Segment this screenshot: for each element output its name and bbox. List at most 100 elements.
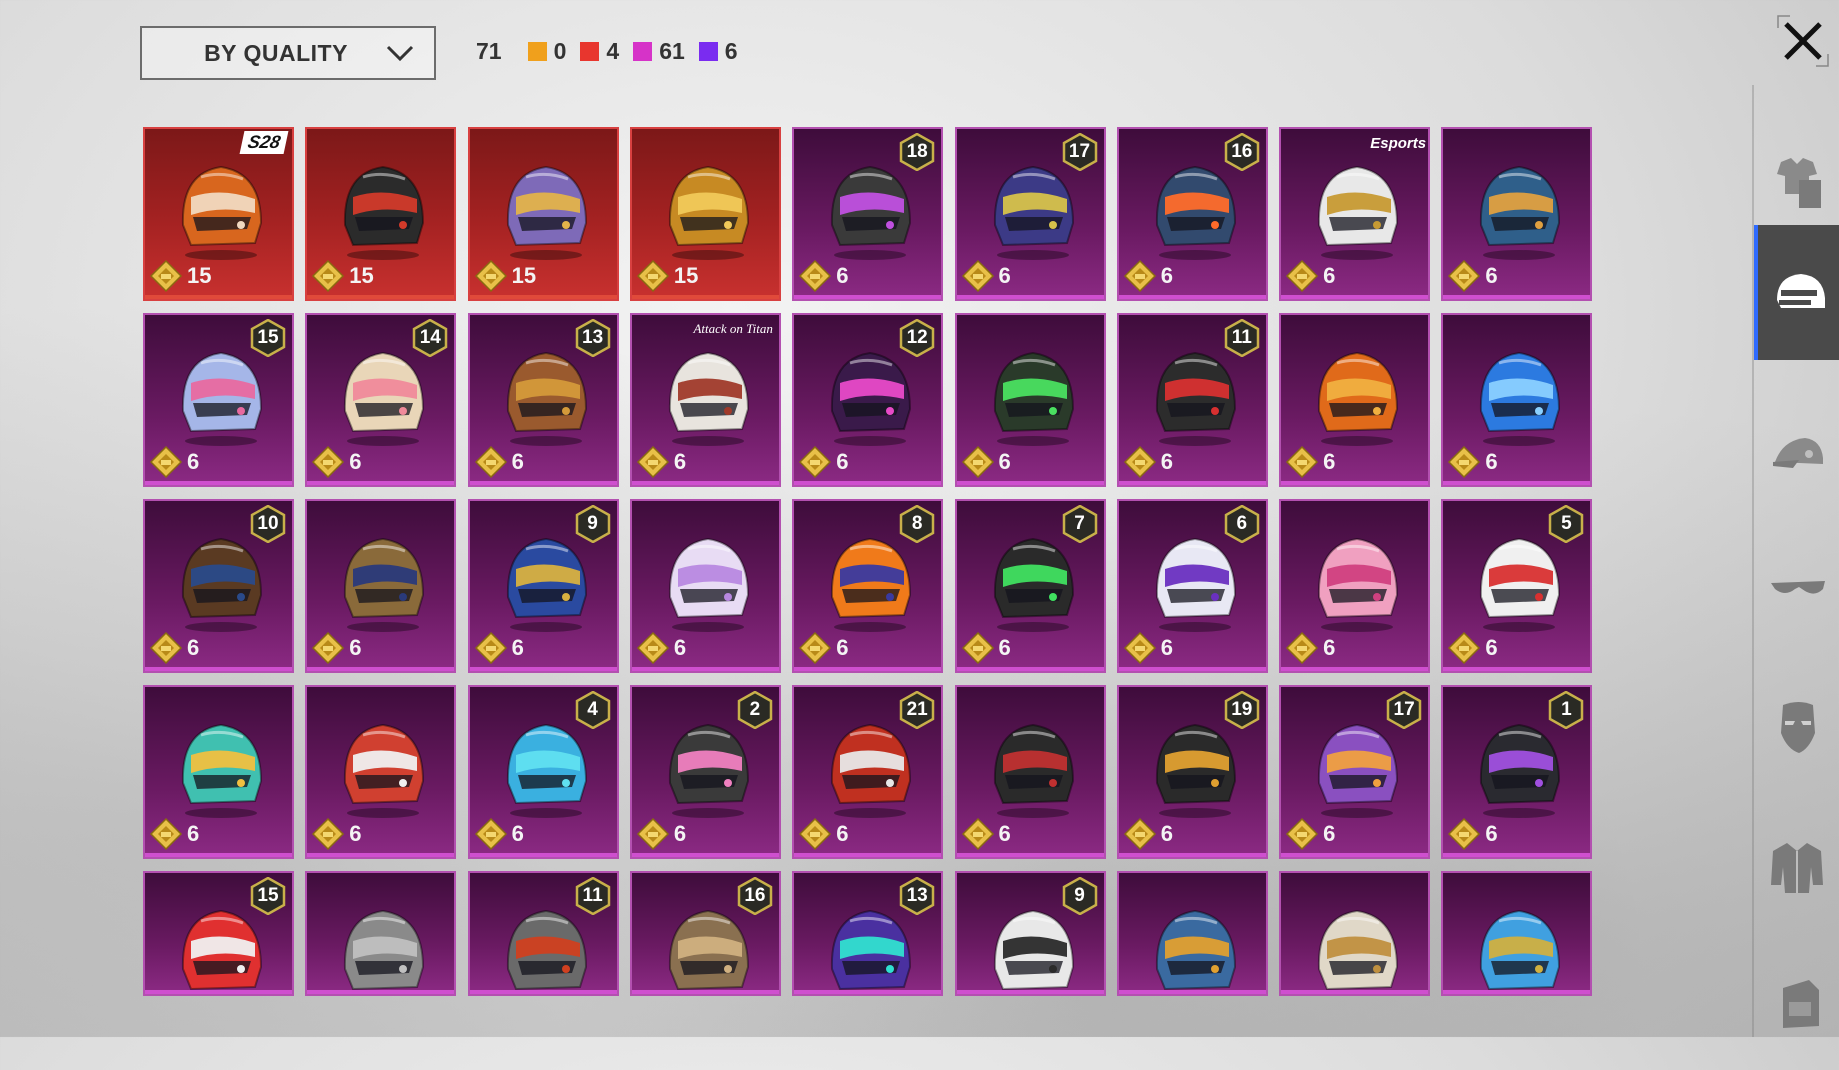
item-card[interactable]: 15 [629, 127, 781, 301]
item-cost-value: 6 [511, 635, 524, 660]
item-card[interactable]: 16 [629, 871, 781, 996]
item-card[interactable]: 56 [1441, 499, 1593, 673]
orange-quality-count: 0 [553, 38, 567, 64]
item-card[interactable]: 15 [305, 127, 457, 301]
currency-icon [1123, 259, 1156, 293]
item-card[interactable]: 66 [1116, 499, 1268, 673]
item-cost: 6 [798, 259, 848, 293]
level-badge-number: 11 [1231, 327, 1252, 348]
item-card[interactable]: 96 [467, 499, 619, 673]
quality-counts: 71 0 4 61 6 [476, 38, 752, 65]
item-card[interactable]: 16 [1441, 685, 1593, 859]
item-cost-value: 15 [349, 263, 374, 288]
item-cost-value: 6 [187, 821, 200, 846]
item-card[interactable]: 6 [629, 499, 781, 673]
item-card[interactable] [1279, 871, 1431, 996]
helmet-icon [1318, 351, 1399, 446]
currency-icon [149, 445, 183, 479]
currency-icon [636, 445, 669, 479]
currency-icon [1286, 631, 1319, 665]
currency-icon [1123, 817, 1156, 851]
sidebar-item-mask[interactable] [1754, 660, 1839, 795]
currency-icon [961, 259, 994, 293]
item-card[interactable]: 6 [305, 499, 457, 673]
item-card[interactable]: 6 [1279, 499, 1431, 673]
item-card[interactable]: 15 [143, 871, 294, 996]
item-cost: 6 [636, 631, 686, 665]
currency-icon [149, 259, 183, 293]
level-badge-number: 12 [906, 327, 928, 348]
item-card[interactable]: 11 [467, 871, 619, 996]
item-card[interactable]: 12 6 [792, 313, 944, 487]
close-icon[interactable] [1776, 14, 1830, 68]
item-card[interactable]: 15 6 [143, 313, 294, 487]
item-cost-value: 6 [1323, 263, 1336, 288]
item-card[interactable] [1116, 871, 1268, 996]
item-cost: 6 [311, 631, 362, 665]
item-card[interactable]: 46 [467, 685, 619, 859]
item-card[interactable]: 6 [954, 313, 1106, 487]
item-cost-value: 6 [349, 635, 362, 660]
item-card[interactable] [305, 871, 457, 996]
currency-icon [1448, 445, 1481, 479]
currency-icon [799, 259, 832, 293]
red-quality-count: 4 [606, 38, 620, 64]
item-card[interactable]: 13 [792, 871, 944, 996]
item-cost: 6 [798, 445, 848, 479]
item-cost: 6 [149, 445, 199, 479]
item-card[interactable]: 16 6 [1116, 127, 1268, 301]
sort-dropdown[interactable]: BY QUALITY [140, 26, 436, 80]
level-badge-number: 15 [257, 327, 279, 348]
item-card[interactable]: 17 6 [954, 127, 1106, 301]
level-badge-number: 17 [1068, 141, 1091, 162]
item-cost: 15 [636, 259, 698, 293]
level-badge-number: 18 [906, 141, 928, 162]
item-cost: 6 [474, 445, 524, 479]
item-card[interactable]: 14 6 [305, 313, 457, 487]
item-cost: 6 [798, 817, 848, 851]
sidebar-item-jacket[interactable] [1754, 800, 1839, 935]
item-card[interactable]: 6 [143, 685, 294, 859]
item-card[interactable]: 17 6 [1279, 685, 1431, 859]
item-card[interactable]: 6 [954, 685, 1106, 859]
currency-icon [636, 259, 669, 293]
currency-icon [799, 817, 832, 851]
quality-count-orange: 0 [527, 38, 567, 65]
item-card[interactable]: 11 6 [1116, 313, 1268, 487]
item-card[interactable]: 86 [792, 499, 944, 673]
item-card[interactable]: 15 [467, 127, 619, 301]
total-count: 71 [476, 38, 502, 64]
item-cost-value: 15 [511, 263, 537, 288]
item-card[interactable]: S28 15 [143, 127, 294, 301]
item-card[interactable]: 19 6 [1116, 685, 1268, 859]
helmet-icon [1318, 165, 1399, 260]
item-cost-value: 6 [511, 449, 524, 474]
currency-icon [474, 259, 507, 293]
currency-icon [474, 445, 507, 479]
currency-icon [149, 631, 183, 665]
currency-icon [312, 445, 345, 479]
item-card[interactable]: 6 [1441, 127, 1593, 301]
item-card[interactable]: 6 [305, 685, 457, 859]
item-card[interactable]: 9 [954, 871, 1106, 996]
helmet-icon [344, 909, 425, 991]
item-card[interactable]: 26 [629, 685, 781, 859]
helmet-icon [344, 537, 425, 632]
item-card[interactable]: Attack on Titan 6 [629, 313, 781, 487]
item-card[interactable]: Esports 6 [1279, 127, 1431, 301]
sidebar-item-glasses[interactable] [1754, 520, 1839, 655]
sidebar-item-backpack[interactable] [1754, 935, 1839, 1070]
item-cost: 6 [1285, 817, 1335, 851]
sidebar-item-cap[interactable] [1754, 385, 1839, 520]
item-cost: 6 [1447, 445, 1498, 479]
item-card[interactable]: 10 6 [143, 499, 294, 673]
item-card[interactable]: 76 [954, 499, 1106, 673]
item-card[interactable] [1441, 871, 1593, 996]
item-card[interactable]: 13 6 [467, 313, 619, 487]
sidebar-item-helmet[interactable] [1754, 225, 1839, 360]
item-card[interactable]: 6 [1441, 313, 1593, 487]
item-card[interactable]: 6 [1279, 313, 1431, 487]
item-card[interactable]: 18 6 [792, 127, 944, 301]
item-card[interactable]: 21 6 [792, 685, 944, 859]
item-cost: 6 [636, 445, 686, 479]
